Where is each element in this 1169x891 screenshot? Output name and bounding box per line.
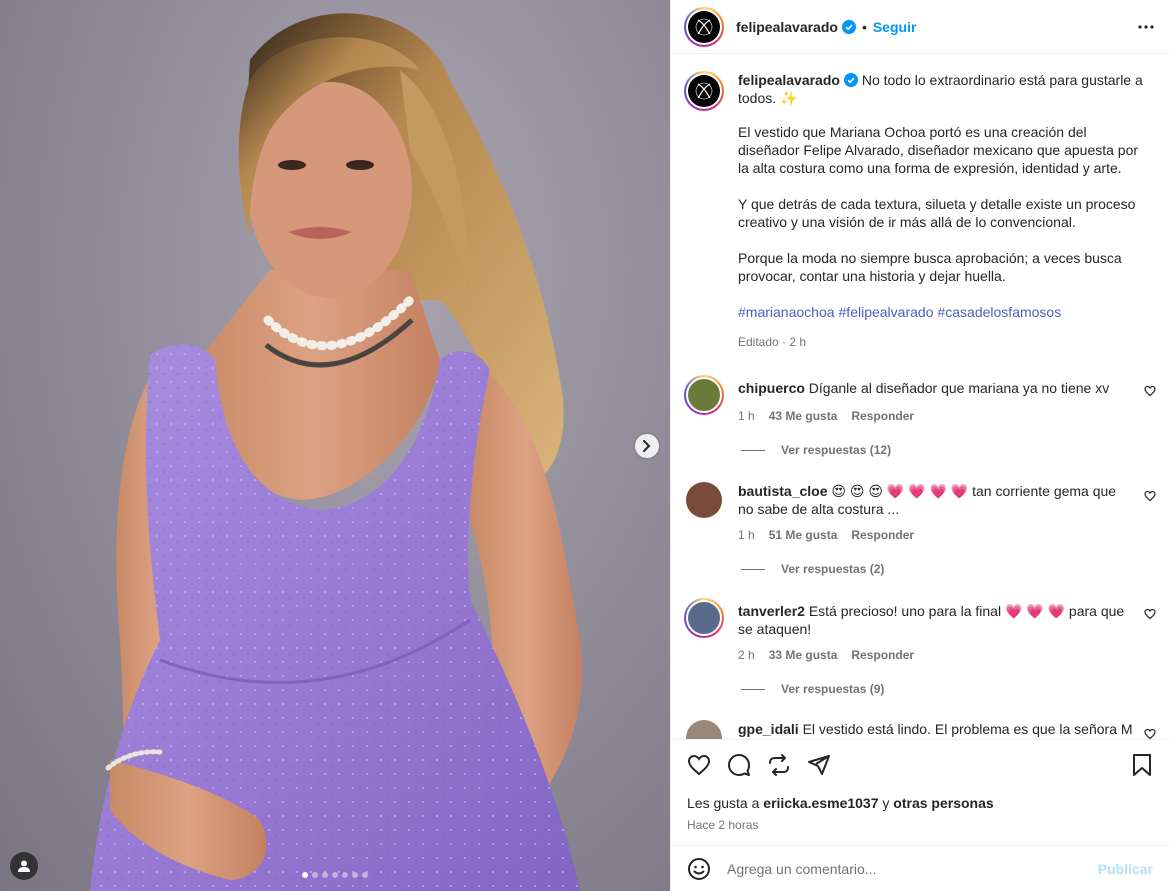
reply-button[interactable]: Responder — [851, 407, 914, 425]
reply-button[interactable]: Responder — [851, 646, 914, 664]
comment-time[interactable]: 1 h — [738, 407, 755, 425]
commenter-avatar[interactable] — [684, 598, 724, 638]
header-separator: • — [861, 18, 867, 35]
post-header: felipealavarado • Seguir — [671, 0, 1169, 54]
publish-button[interactable]: Publicar — [1098, 861, 1153, 877]
likes-prefix: Les gusta a — [687, 795, 760, 811]
comment-composer: Publicar — [671, 845, 1169, 891]
comment-item: bautista_cloe 😍 😍 😍 💗 💗 💗 💗 tan corrient… — [671, 480, 1169, 544]
follow-button[interactable]: Seguir — [873, 19, 917, 35]
view-replies-button[interactable]: Ver respuestas (12) — [741, 443, 1169, 457]
view-replies-label[interactable]: Ver respuestas (12) — [781, 443, 891, 457]
post-timestamp[interactable]: Hace 2 horas — [687, 818, 1153, 832]
tagged-user-icon — [18, 860, 30, 872]
commenter-username[interactable]: gpe_idali — [738, 721, 799, 737]
caption-paragraph: Y que detrás de cada textura, silueta y … — [738, 196, 1136, 230]
reply-button[interactable]: Responder — [851, 526, 914, 544]
hashtag-link[interactable]: #casadelosfamosos — [937, 304, 1061, 320]
view-replies-label[interactable]: Ver respuestas (2) — [781, 562, 884, 576]
author-avatar[interactable] — [684, 6, 724, 47]
hashtag-link[interactable]: #felipealvarado — [839, 304, 934, 320]
comment-time[interactable]: 1 h — [738, 526, 755, 544]
carousel-indicator — [0, 872, 670, 878]
other-likers-link[interactable]: otras personas — [893, 795, 993, 811]
comment-text: Díganle al diseñador que mariana ya no t… — [808, 380, 1110, 396]
comments-scroll-area[interactable]: felipealavarado No todo lo extraordinari… — [671, 55, 1169, 739]
carousel-dot — [342, 872, 348, 878]
caption-hashtags: #marianaochoa #felipealvarado #casadelosfa… — [738, 303, 1148, 321]
caption-avatar[interactable] — [684, 71, 724, 111]
commenter-avatar[interactable] — [686, 482, 722, 518]
caption-username[interactable]: felipealavarado — [738, 72, 840, 88]
comment-input[interactable] — [727, 860, 1098, 877]
bookmark-icon[interactable] — [1131, 753, 1153, 777]
likes-summary: Les gusta a eriicka.esme1037 y otras per… — [687, 795, 1153, 811]
likes-middle: y — [882, 795, 890, 811]
post-caption: felipealavarado No todo lo extraordinari… — [671, 55, 1169, 351]
comment-item: tanverler2 Está precioso! uno para la fi… — [671, 598, 1169, 664]
view-replies-button[interactable]: Ver respuestas (9) — [741, 682, 1169, 696]
post-sidebar: felipealavarado • Seguir felipealavarado… — [670, 0, 1169, 891]
comment-likes[interactable]: 33 Me gusta — [769, 646, 838, 664]
heart-icon[interactable] — [1144, 728, 1156, 739]
heart-icon[interactable] — [1144, 608, 1156, 620]
emoji-icon[interactable] — [687, 857, 711, 881]
verified-icon — [843, 73, 858, 87]
heart-icon[interactable] — [1144, 385, 1156, 397]
hashtag-link[interactable]: #marianaochoa — [738, 304, 835, 320]
heart-icon[interactable] — [687, 753, 711, 777]
carousel-dot — [332, 872, 338, 878]
caption-paragraph: El vestido que Mariana Ochoa portó es un… — [738, 124, 1139, 176]
carousel-dot — [302, 872, 308, 878]
comment-time[interactable]: 2 h — [738, 646, 755, 664]
brand-logo-icon — [695, 82, 713, 100]
post-actions: Les gusta a eriicka.esme1037 y otras per… — [671, 739, 1169, 832]
send-icon[interactable] — [807, 753, 831, 777]
more-icon[interactable] — [1137, 18, 1155, 36]
commenter-username[interactable]: chipuerco — [738, 380, 805, 396]
post-media[interactable] — [0, 0, 670, 891]
comment-icon[interactable] — [727, 753, 751, 777]
carousel-dot — [312, 872, 318, 878]
carousel-dot — [362, 872, 368, 878]
carousel-dot — [352, 872, 358, 878]
view-replies-label[interactable]: Ver respuestas (9) — [781, 682, 884, 696]
commenter-username[interactable]: tanverler2 — [738, 603, 805, 619]
comment-likes[interactable]: 51 Me gusta — [769, 526, 838, 544]
author-username[interactable]: felipealavarado — [736, 19, 838, 35]
share-icon[interactable] — [767, 753, 791, 777]
commenter-avatar[interactable] — [686, 720, 722, 739]
caption-meta: Editado · 2 h — [738, 335, 807, 349]
verified-icon — [841, 19, 856, 34]
heart-icon[interactable] — [1144, 490, 1156, 502]
caption-paragraph: Porque la moda no siempre busca aprobaci… — [738, 250, 1122, 284]
comment-item: chipuerco Díganle al diseñador que maria… — [671, 375, 1169, 425]
commenter-avatar[interactable] — [684, 375, 724, 415]
post-photo — [90, 13, 582, 891]
brand-logo-icon — [695, 18, 713, 35]
liker-username[interactable]: eriicka.esme1037 — [763, 795, 878, 811]
next-slide-button[interactable] — [635, 434, 659, 458]
comment-item: gpe_idali El vestido está lindo. El prob… — [671, 718, 1169, 739]
carousel-dot — [322, 872, 328, 878]
next-arrow-icon — [643, 440, 651, 452]
view-replies-button[interactable]: Ver respuestas (2) — [741, 562, 1169, 576]
commenter-username[interactable]: bautista_cloe — [738, 483, 827, 499]
comment-likes[interactable]: 43 Me gusta — [769, 407, 838, 425]
